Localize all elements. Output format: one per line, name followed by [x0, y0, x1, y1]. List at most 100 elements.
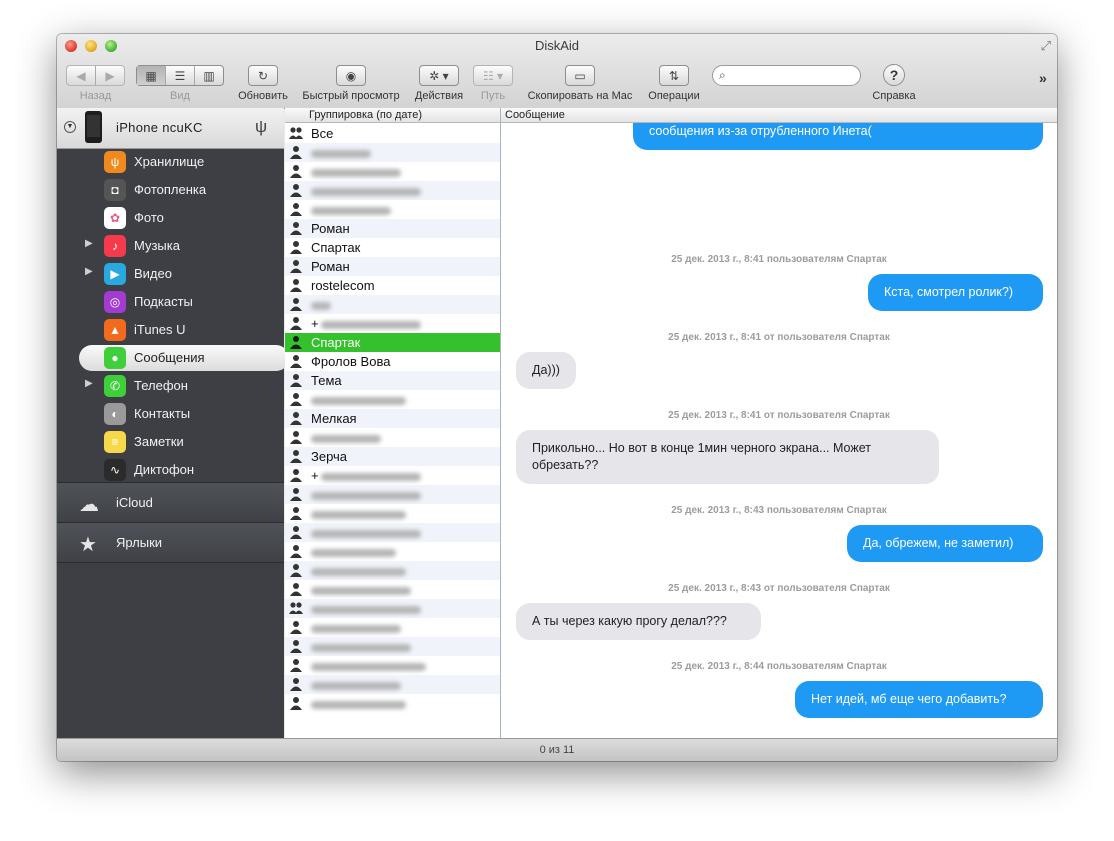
list-item[interactable] [285, 143, 500, 162]
sidebar-section[interactable]: ☁ iCloud [57, 482, 284, 523]
outgoing-message-bubble[interactable]: Кста, смотрел ролик?) [868, 274, 1043, 311]
incoming-message-bubble[interactable]: Прикольно... Но вот в конце 1мин черного… [516, 430, 939, 484]
contact-name: Все [311, 126, 334, 141]
toolbar-overflow-icon[interactable]: » [1039, 70, 1047, 86]
list-item[interactable]: Мелкая [285, 409, 500, 428]
sidebar-item[interactable]: ∿ Диктофон [57, 456, 284, 484]
incoming-message-bubble[interactable]: Да))) [516, 352, 576, 389]
person-icon [290, 260, 302, 273]
person-icon [290, 697, 302, 710]
eject-icon[interactable]: ▼ [64, 121, 76, 133]
sidebar-item[interactable]: ▶ ✆ Телефон [57, 372, 284, 400]
list-item[interactable] [285, 295, 500, 314]
sidebar-item[interactable]: ◘ Фотопленка [57, 176, 284, 204]
actions-button[interactable]: ✲ ▾ [419, 65, 459, 86]
contact-name: Мелкая [311, 411, 357, 426]
notes-icon: ≡ [104, 431, 126, 453]
list-item[interactable] [285, 428, 500, 447]
person-icon [290, 393, 302, 406]
disclosure-triangle-icon[interactable]: ▶ [85, 238, 93, 249]
list-item[interactable] [285, 504, 500, 523]
list-item[interactable] [285, 618, 500, 637]
list-item[interactable] [285, 523, 500, 542]
list-item[interactable]: Фролов Вова [285, 352, 500, 371]
list-item[interactable]: Тема [285, 371, 500, 390]
list-item[interactable] [285, 542, 500, 561]
list-item[interactable] [285, 485, 500, 504]
refresh-icon: ↻ [257, 68, 269, 83]
sidebar-item[interactable]: ψ Хранилище [57, 148, 284, 176]
list-item[interactable]: Роман [285, 219, 500, 238]
voice-memo-icon: ∿ [104, 459, 126, 481]
view-segmented-control[interactable]: ▦ ☰ ▥ [136, 65, 224, 86]
message-timestamp: 25 дек. 2013 г., 8:43 от пользователя Сп… [668, 583, 890, 594]
operations-button[interactable]: ⇅ [659, 65, 689, 86]
list-item[interactable]: Зерча [285, 447, 500, 466]
list-item[interactable] [285, 656, 500, 675]
person-icon [290, 146, 302, 159]
iphone-icon [85, 111, 102, 143]
sidebar-item-label: Музыка [134, 238, 180, 253]
group-icon [289, 127, 303, 139]
icon-view-icon[interactable]: ▦ [137, 66, 166, 85]
list-item[interactable] [285, 599, 500, 618]
sidebar-item[interactable]: ◐ Контакты [57, 400, 284, 428]
outgoing-message-bubble[interactable]: Нет идей, мб еще чего добавить? [795, 681, 1043, 718]
fullscreen-icon[interactable]: ⤢ [1041, 38, 1051, 54]
sidebar-item[interactable]: ≡ Заметки [57, 428, 284, 456]
sidebar-item[interactable]: ◎ Подкасты [57, 288, 284, 316]
list-item[interactable]: + [285, 466, 500, 485]
forward-arrow-icon[interactable]: ▶ [96, 66, 124, 85]
list-item[interactable] [285, 580, 500, 599]
sidebar-item[interactable]: ▶ ▶ Видео [57, 260, 284, 288]
person-icon [290, 279, 302, 292]
path-button[interactable]: ☷ ▾ [473, 65, 513, 86]
list-item[interactable] [285, 561, 500, 580]
copy-to-mac-button[interactable]: ▭ [565, 65, 595, 86]
list-item[interactable] [285, 675, 500, 694]
sidebar-item[interactable]: ● Сообщения [57, 344, 289, 372]
person-icon [290, 165, 302, 178]
list-view-icon[interactable]: ☰ [166, 66, 195, 85]
operations-label: Операции [648, 90, 700, 102]
list-item[interactable] [285, 181, 500, 200]
disclosure-triangle-icon[interactable]: ▶ [85, 266, 93, 277]
device-header[interactable]: ▼ iPhone ncuKC ψ [57, 108, 284, 149]
messages-icon: ● [104, 347, 126, 369]
list-item[interactable] [285, 162, 500, 181]
list-item[interactable] [285, 637, 500, 656]
sidebar-section[interactable]: ★ Ярлыки [57, 522, 284, 563]
back-arrow-icon[interactable]: ◀ [67, 66, 96, 85]
transfer-arrows-icon: ⇅ [668, 68, 680, 83]
quicklook-button[interactable]: ◉ [336, 65, 366, 86]
contact-name: Фролов Вова [311, 354, 391, 369]
list-item[interactable] [285, 694, 500, 713]
sidebar-item[interactable]: ▶ ♪ Музыка [57, 232, 284, 260]
list-item[interactable]: + [285, 314, 500, 333]
contact-name: Спартак [311, 335, 361, 350]
person-icon [290, 640, 302, 653]
list-item[interactable] [285, 200, 500, 219]
outgoing-message-bubble[interactable]: Да, обрежем, не заметил) [847, 525, 1043, 562]
message-timestamp: 25 дек. 2013 г., 8:41 пользователям Спар… [671, 254, 887, 265]
list-item[interactable]: Спартак [285, 238, 500, 257]
list-item[interactable]: Все [285, 124, 500, 143]
sidebar-item[interactable]: ✿ Фото [57, 204, 284, 232]
list-item[interactable]: Спартак [285, 333, 500, 352]
search-field[interactable]: ⌕ [712, 65, 861, 86]
refresh-button[interactable]: ↻ [248, 65, 278, 86]
message-column-header[interactable]: Сообщение [501, 108, 1057, 123]
help-button[interactable]: ? [883, 64, 905, 86]
back-forward-control[interactable]: ◀ ▶ [66, 65, 125, 86]
list-item[interactable]: rostelecom [285, 276, 500, 295]
sidebar-item[interactable]: ▲ iTunes U [57, 316, 284, 344]
search-input[interactable] [733, 67, 857, 85]
grouping-column-header[interactable]: Группировка (по дате) [285, 108, 500, 123]
disclosure-triangle-icon[interactable]: ▶ [85, 378, 93, 389]
list-item[interactable] [285, 390, 500, 409]
usb-icon: ψ [255, 117, 268, 136]
column-view-icon[interactable]: ▥ [195, 66, 223, 85]
contact-name [311, 696, 406, 711]
list-item[interactable]: Роман [285, 257, 500, 276]
incoming-message-bubble[interactable]: А ты через какую прогу делал??? [516, 603, 761, 640]
